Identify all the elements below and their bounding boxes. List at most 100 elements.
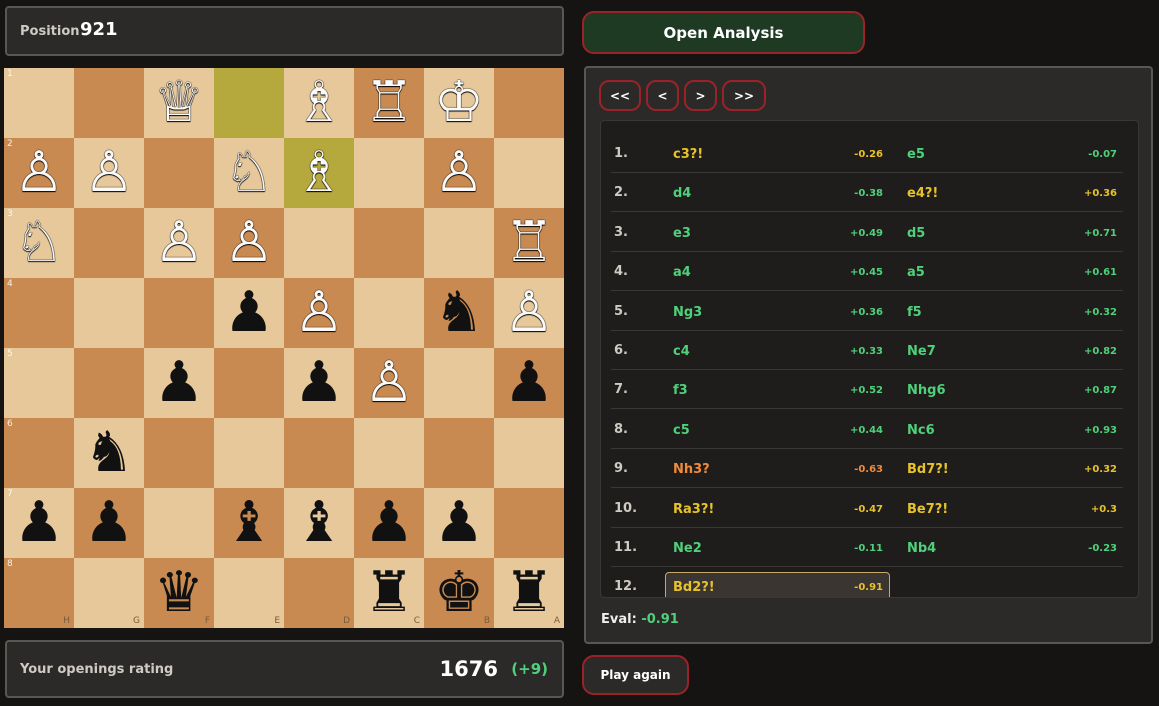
board-square[interactable] (354, 278, 424, 348)
board-square[interactable]: B ♚ (424, 558, 494, 628)
move-row[interactable]: 4. a4 +0.45 a5 +0.61 (611, 251, 1123, 292)
white-pawn-piece[interactable]: ♙ (154, 215, 204, 271)
board-square[interactable]: ♗ (284, 68, 354, 138)
move-black[interactable]: e5 (907, 147, 925, 162)
white-queen-piece[interactable]: ♕ (154, 75, 204, 131)
board-square[interactable]: ♙ (424, 138, 494, 208)
board-square[interactable]: ♙ (354, 348, 424, 418)
board-square[interactable]: F ♛ (144, 558, 214, 628)
board-square[interactable] (144, 418, 214, 488)
move-row[interactable]: 3. e3 +0.49 d5 +0.71 (611, 212, 1123, 252)
board-square[interactable] (354, 138, 424, 208)
black-pawn-piece[interactable]: ♟ (154, 355, 204, 411)
board-square[interactable]: E (214, 558, 284, 628)
board-square[interactable]: ♙ (494, 278, 564, 348)
board-square[interactable]: ♟ (284, 348, 354, 418)
move-row[interactable]: 8. c5 +0.44 Nc6 +0.93 (611, 409, 1123, 449)
board-square[interactable]: ♞ (74, 418, 144, 488)
white-rook-piece[interactable]: ♖ (504, 215, 554, 271)
black-bishop-piece[interactable]: ♝ (294, 495, 344, 551)
board-square[interactable] (284, 418, 354, 488)
move-white[interactable]: a4 (673, 265, 691, 280)
board-square[interactable] (214, 418, 284, 488)
black-pawn-piece[interactable]: ♟ (224, 285, 274, 341)
move-row[interactable]: 9. Nh3? -0.63 Bd7?! +0.32 (611, 448, 1123, 489)
move-row[interactable]: 1. c3?! -0.26 e5 -0.07 (611, 133, 1123, 173)
move-row[interactable]: 2. d4 -0.38 e4?! +0.36 (611, 172, 1123, 213)
move-white[interactable]: d4 (673, 186, 691, 201)
move-row[interactable]: 5. Ng3 +0.36 f5 +0.32 (611, 291, 1123, 331)
move-row[interactable]: 12. Bd2?! -0.91 (611, 566, 1123, 597)
black-knight-piece[interactable]: ♞ (434, 285, 484, 341)
board-square[interactable] (144, 138, 214, 208)
move-black[interactable]: Be7?! (907, 502, 948, 517)
move-white[interactable]: Ng3 (673, 305, 702, 320)
move-black[interactable]: Nb4 (907, 541, 936, 556)
board-square[interactable]: G (74, 558, 144, 628)
board-square[interactable]: ♙ (284, 278, 354, 348)
board-square[interactable]: 7 ♟ (4, 488, 74, 558)
move-black[interactable]: Nhg6 (907, 383, 946, 398)
board-square[interactable]: ♖ (494, 208, 564, 278)
move-row[interactable]: 7. f3 +0.52 Nhg6 +0.87 (611, 369, 1123, 410)
black-king-piece[interactable]: ♚ (434, 565, 484, 621)
board-square[interactable] (74, 68, 144, 138)
move-white[interactable]: c5 (673, 423, 690, 438)
last-move-button[interactable]: >> (722, 80, 766, 111)
board-square[interactable]: 3 ♘ (4, 208, 74, 278)
move-row[interactable]: 6. c4 +0.33 Ne7 +0.82 (611, 330, 1123, 370)
chess-board[interactable]: 1 ♕ ♗ ♖ ♔ 2 ♙ ♙ ♘ ♗ ♙ 3 ♘ ♙ ♙ ♖ 4 ♟ ♙ ♞ ♙ 5 ♟ ♟ ♙ ♟ 6 ♞ 7 ♟ ♟ ♝ ♝ ♟ ♟ 8 H G F ♛… (4, 68, 564, 628)
board-square[interactable] (494, 138, 564, 208)
white-pawn-piece[interactable]: ♙ (434, 145, 484, 201)
move-black[interactable]: Ne7 (907, 344, 936, 359)
board-square[interactable]: ♝ (214, 488, 284, 558)
white-pawn-piece[interactable]: ♙ (14, 145, 64, 201)
move-black[interactable]: d5 (907, 226, 925, 241)
board-square[interactable]: 5 (4, 348, 74, 418)
board-square[interactable] (424, 418, 494, 488)
board-square[interactable] (424, 348, 494, 418)
board-square[interactable]: 4 (4, 278, 74, 348)
black-pawn-piece[interactable]: ♟ (364, 495, 414, 551)
white-pawn-piece[interactable]: ♙ (504, 285, 554, 341)
move-white[interactable]: f3 (673, 383, 688, 398)
board-square[interactable]: ♕ (144, 68, 214, 138)
move-white[interactable]: Nh3? (673, 462, 710, 477)
move-white[interactable]: Bd2?! (673, 580, 715, 595)
move-white[interactable]: Ra3?! (673, 502, 714, 517)
board-square[interactable] (284, 208, 354, 278)
move-white[interactable]: c3?! (673, 147, 703, 162)
board-square[interactable]: 2 ♙ (4, 138, 74, 208)
board-square[interactable]: ♖ (354, 68, 424, 138)
board-square[interactable]: ♘ (214, 138, 284, 208)
board-square[interactable]: ♙ (144, 208, 214, 278)
board-square[interactable] (144, 488, 214, 558)
board-square[interactable] (494, 418, 564, 488)
board-square[interactable]: A ♜ (494, 558, 564, 628)
black-pawn-piece[interactable]: ♟ (84, 495, 134, 551)
board-square[interactable] (214, 68, 284, 138)
board-square[interactable]: ♗ (284, 138, 354, 208)
board-square[interactable] (74, 208, 144, 278)
black-bishop-piece[interactable]: ♝ (224, 495, 274, 551)
move-black[interactable]: e4?! (907, 186, 938, 201)
move-white[interactable]: e3 (673, 226, 691, 241)
board-square[interactable]: ♙ (214, 208, 284, 278)
black-pawn-piece[interactable]: ♟ (294, 355, 344, 411)
board-square[interactable] (74, 348, 144, 418)
black-pawn-piece[interactable]: ♟ (504, 355, 554, 411)
board-square[interactable]: 1 (4, 68, 74, 138)
board-square[interactable] (354, 418, 424, 488)
white-king-piece[interactable]: ♔ (434, 75, 484, 131)
board-square[interactable] (354, 208, 424, 278)
board-square[interactable]: ♟ (354, 488, 424, 558)
black-pawn-piece[interactable]: ♟ (434, 495, 484, 551)
board-square[interactable]: 6 (4, 418, 74, 488)
white-bishop-piece[interactable]: ♗ (294, 145, 344, 201)
board-square[interactable] (74, 278, 144, 348)
white-bishop-piece[interactable]: ♗ (294, 75, 344, 131)
first-move-button[interactable]: << (599, 80, 641, 111)
move-row[interactable]: 11. Ne2 -0.11 Nb4 -0.23 (611, 527, 1123, 567)
open-analysis-button[interactable]: Open Analysis (582, 11, 865, 54)
play-again-button[interactable]: Play again (582, 655, 689, 695)
